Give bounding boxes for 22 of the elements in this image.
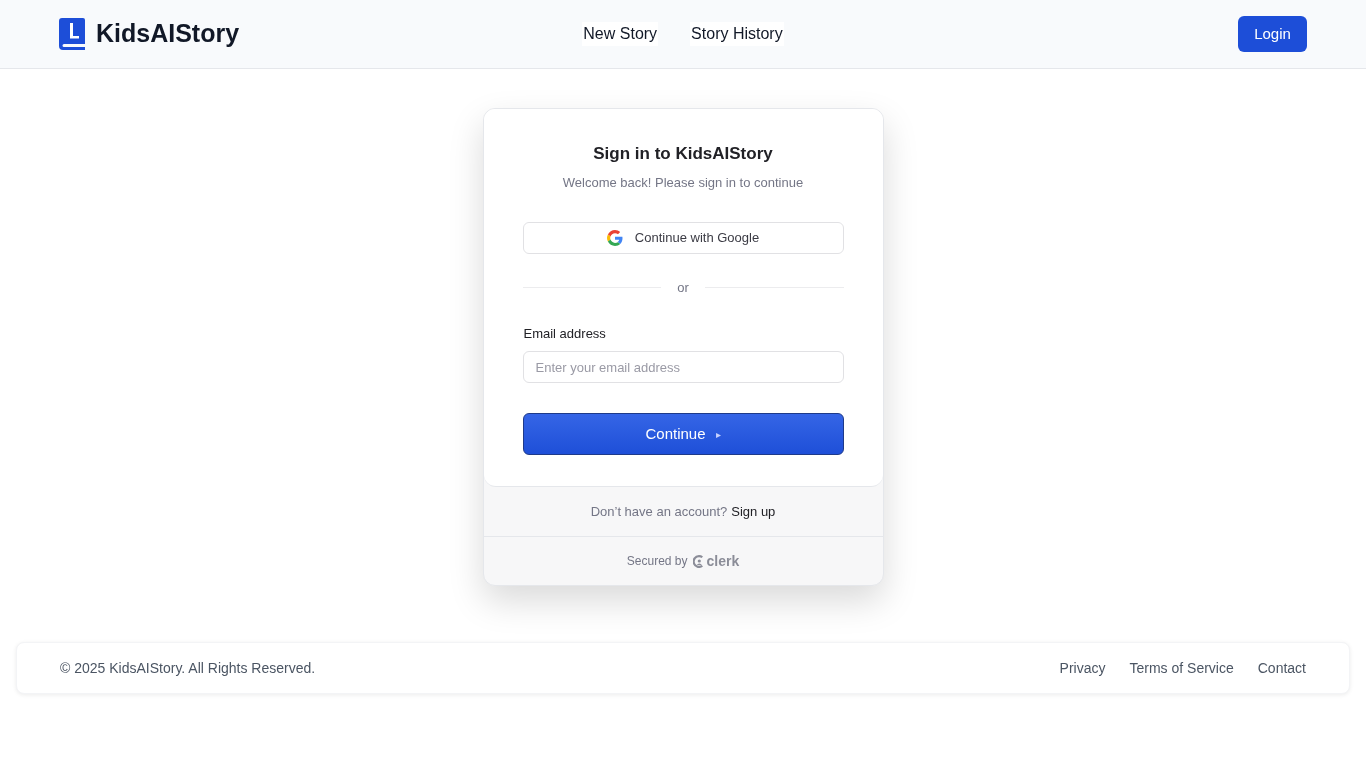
clerk-logo-text: clerk bbox=[706, 551, 740, 571]
email-label: Email address bbox=[523, 324, 607, 343]
nav-link[interactable]: Story History bbox=[690, 22, 784, 46]
footer-link[interactable]: Terms of Service bbox=[1129, 657, 1234, 679]
copyright-text: © 2025 KidsAIStory. All Rights Reserved. bbox=[60, 658, 316, 678]
continue-button[interactable]: Continue ▸ bbox=[522, 413, 844, 455]
card-title: Sign in to KidsAIStory bbox=[592, 143, 774, 165]
signup-prompt: Don’t have an account? bbox=[590, 502, 728, 521]
brand-name[interactable]: KidsAIStory bbox=[96, 15, 240, 53]
footer-link[interactable]: Contact bbox=[1257, 657, 1306, 679]
google-icon bbox=[606, 230, 623, 246]
google-button[interactable]: Continue with Google bbox=[522, 222, 844, 254]
signup-link[interactable]: Sign up bbox=[731, 501, 776, 522]
clerk-logo-icon bbox=[692, 554, 705, 568]
login-button[interactable]: Login bbox=[1238, 16, 1307, 52]
secured-by-text: Secured by bbox=[626, 553, 688, 570]
email-field[interactable]: Enter your email address bbox=[522, 351, 844, 383]
card-subtitle: Welcome back! Please sign in to continue bbox=[561, 173, 805, 192]
footer-link[interactable]: Privacy bbox=[1059, 657, 1106, 679]
divider-label: or bbox=[677, 279, 689, 297]
nav-link[interactable]: New Story bbox=[582, 22, 659, 46]
book-icon bbox=[59, 18, 86, 50]
